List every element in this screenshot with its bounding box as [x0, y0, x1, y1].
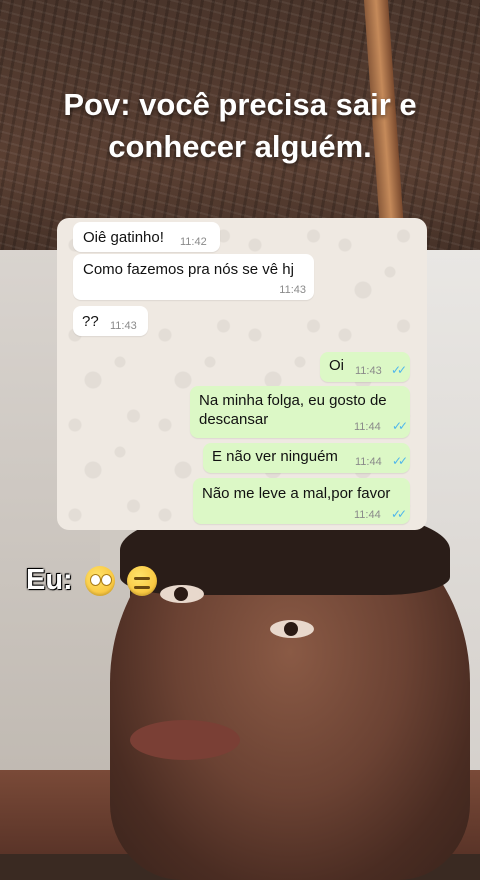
read-receipt-icon: ✓✓: [392, 454, 408, 468]
message-text: Oiê gatinho!: [83, 229, 164, 246]
message-time: 11:42: [180, 236, 207, 248]
message-outgoing: Oi 11:43 ✓✓: [320, 352, 410, 382]
read-receipt-icon: ✓✓: [392, 419, 408, 433]
message-time: 11:43: [110, 320, 137, 332]
caption-line-1: Pov: você precisa sair e: [63, 87, 417, 122]
message-outgoing: Na minha folga, eu gosto de descansar 11…: [190, 386, 410, 438]
message-outgoing: E não ver ninguém 11:44 ✓✓: [203, 443, 410, 473]
message-incoming: Como fazemos pra nós se vê hj 11:43: [73, 254, 314, 300]
expressionless-face-icon: [126, 566, 157, 597]
message-time: 11:43: [355, 365, 382, 377]
message-time: 11:44: [354, 421, 381, 433]
read-receipt-icon: ✓✓: [391, 507, 407, 521]
person-mouth: [130, 720, 240, 760]
message-incoming: Oiê gatinho! 11:42: [73, 222, 220, 252]
message-text-line-1: Na minha folga, eu gosto de: [199, 392, 387, 409]
message-incoming: ?? 11:43: [73, 306, 148, 336]
message-text: Oi: [329, 357, 344, 374]
reaction-label: Eu:: [26, 564, 73, 596]
message-text: E não ver ninguém: [212, 448, 338, 465]
message-time: 11:44: [355, 456, 382, 468]
face-with-rolling-eyes-icon: [84, 566, 115, 597]
message-time: 11:43: [279, 284, 306, 296]
caption-line-2: conhecer alguém.: [108, 129, 372, 164]
message-text: Como fazemos pra nós se vê hj: [83, 261, 294, 278]
message-text: Não me leve a mal,por favor: [202, 485, 391, 502]
person-eye-left: [160, 585, 204, 603]
reaction-caption: Eu:: [26, 564, 157, 597]
person-eye-right: [270, 620, 314, 638]
read-receipt-icon: ✓✓: [391, 363, 407, 377]
message-text: ??: [82, 313, 99, 330]
chat-screenshot: Oiê gatinho! 11:42 Como fazemos pra nós …: [57, 218, 427, 530]
video-caption: Pov: você precisa sair e conhecer alguém…: [0, 84, 480, 168]
message-time: 11:44: [354, 509, 381, 521]
message-outgoing: Não me leve a mal,por favor 11:44 ✓✓: [193, 478, 410, 524]
message-text-line-2: descansar: [199, 411, 269, 428]
